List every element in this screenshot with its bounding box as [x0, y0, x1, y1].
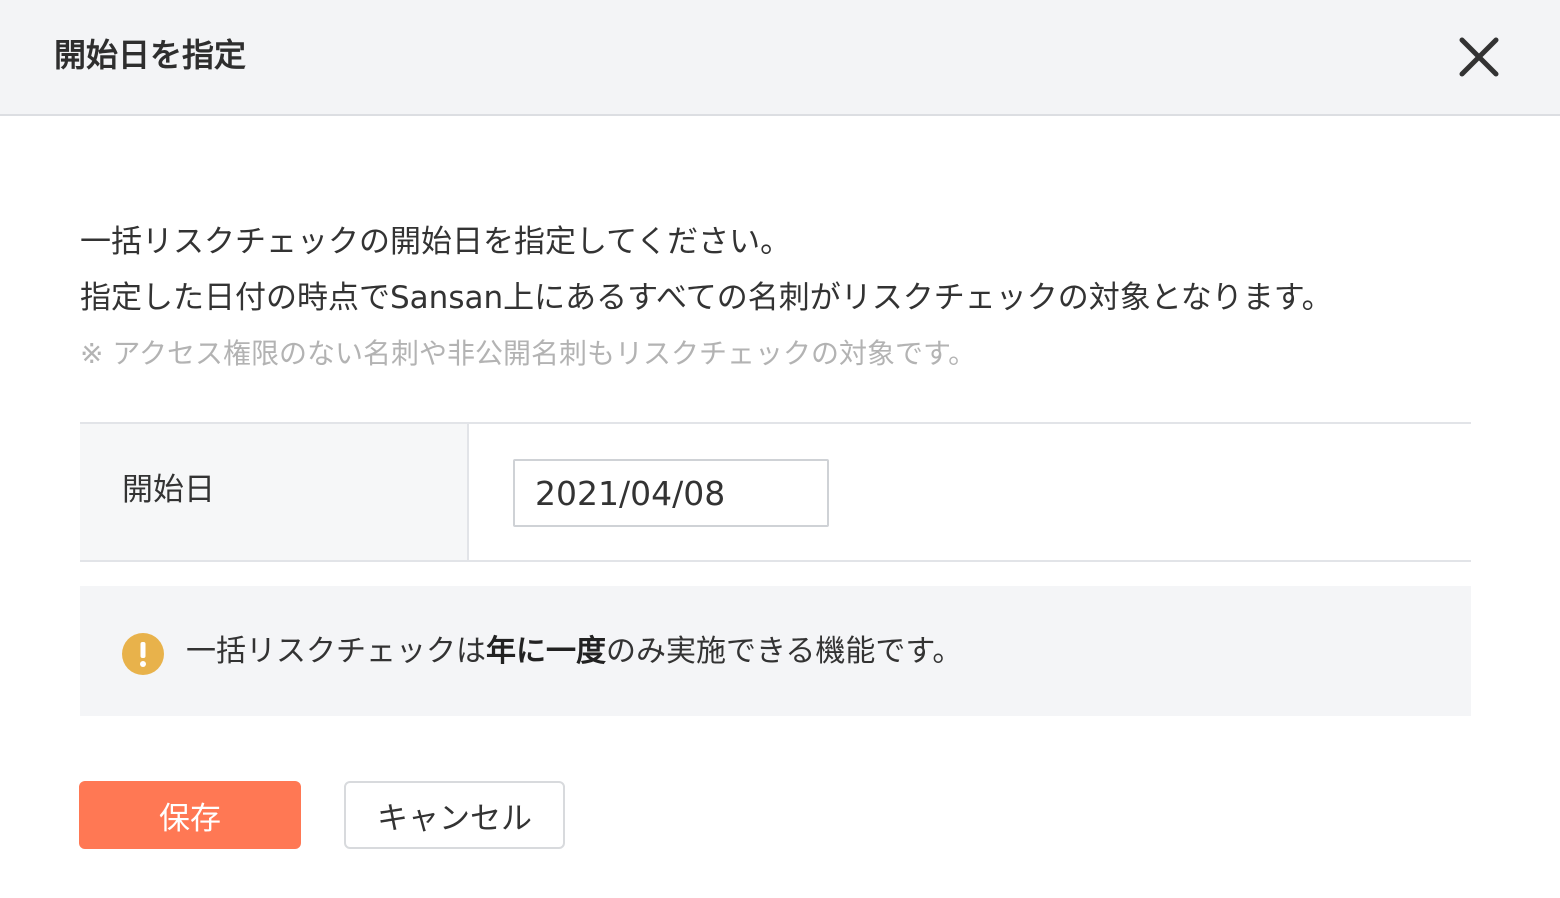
cancel-button[interactable]: キャンセル	[344, 781, 565, 849]
start-date-label: 開始日	[122, 472, 215, 508]
access-note: ※ アクセス権限のない名刺や非公開名刺もリスクチェックの対象です。	[80, 337, 977, 370]
dialog-title: 開始日を指定	[54, 36, 247, 74]
close-button[interactable]	[1452, 30, 1506, 84]
start-date-input[interactable]	[513, 459, 829, 527]
start-date-label-cell: 開始日	[80, 424, 469, 560]
notice-text-before: 一括リスクチェックは	[186, 634, 486, 669]
description-line-2: 指定した日付の時点でSansan上にあるすべての名刺がリスクチェックの対象となり…	[80, 280, 1333, 316]
notice-text-after: のみ実施できる機能です。	[606, 634, 963, 669]
warning-icon	[122, 633, 164, 675]
description: 一括リスクチェックの開始日を指定してください。 指定した日付の時点でSansan…	[80, 214, 1500, 376]
start-date-form: 開始日	[80, 422, 1471, 562]
start-date-dialog: 開始日を指定 一括リスクチェックの開始日を指定してください。 指定した日付の時点…	[0, 0, 1560, 898]
save-button[interactable]: 保存	[79, 781, 301, 849]
description-line-1: 一括リスクチェックの開始日を指定してください。	[80, 224, 792, 260]
dialog-header: 開始日を指定	[0, 0, 1560, 116]
notice-box: 一括リスクチェックは年に一度のみ実施できる機能です。	[80, 586, 1471, 716]
notice-text-bold: 年に一度	[486, 634, 606, 669]
notice-text: 一括リスクチェックは年に一度のみ実施できる機能です。	[186, 628, 962, 676]
close-icon	[1459, 37, 1499, 77]
